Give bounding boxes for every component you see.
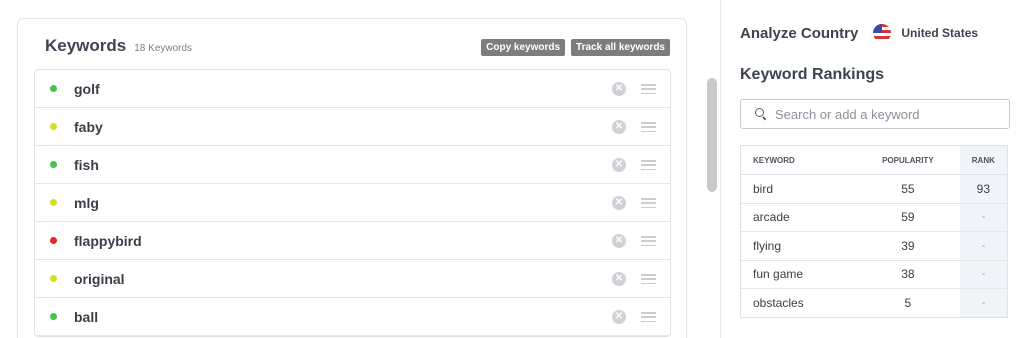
country-selector[interactable]: United States bbox=[901, 26, 978, 40]
analyze-country: Analyze Country United States bbox=[740, 24, 978, 42]
rankings-table: KEYWORD POPULARITY RANK bird 55 93 arcade 59… bbox=[740, 145, 1008, 318]
rankings-header-row: KEYWORD POPULARITY RANK bbox=[740, 145, 1008, 175]
status-dot bbox=[50, 199, 57, 206]
keyword-label: fish bbox=[74, 156, 99, 173]
keyword-search-input[interactable] bbox=[775, 106, 995, 122]
cell-rank: - bbox=[959, 203, 1008, 232]
keywords-list: golf ✕ faby ✕ fish ✕ mlg ✕ flappybird ✕ original ✕ b… bbox=[34, 69, 671, 337]
cell-popularity: 39 bbox=[856, 231, 960, 261]
drag-handle-icon[interactable] bbox=[641, 84, 656, 95]
table-row[interactable]: bird 55 93 bbox=[740, 174, 1008, 204]
scrollbar-thumb[interactable] bbox=[707, 78, 717, 192]
cell-popularity: 55 bbox=[856, 174, 960, 204]
cell-keyword: obstacles bbox=[753, 295, 804, 310]
drag-handle-icon[interactable] bbox=[641, 122, 656, 133]
remove-keyword-icon[interactable]: ✕ bbox=[612, 234, 626, 248]
cell-keyword: fun game bbox=[740, 260, 857, 289]
panel-divider bbox=[720, 0, 721, 338]
keyword-label: ball bbox=[74, 308, 99, 325]
remove-keyword-icon[interactable]: ✕ bbox=[612, 196, 626, 210]
keyword-row[interactable]: mlg ✕ bbox=[35, 184, 670, 222]
table-row[interactable]: flying 39- bbox=[740, 231, 1008, 261]
keywords-actions: Copy keywords Track all keywords bbox=[481, 39, 670, 56]
keyword-rankings-title: Keyword Rankings bbox=[740, 66, 885, 83]
table-row[interactable]: obstacles 5 - bbox=[741, 288, 1008, 317]
keyword-label: mlg bbox=[74, 194, 99, 211]
keywords-header: Keywords 18 Keywords bbox=[45, 36, 192, 56]
drag-handle-icon[interactable] bbox=[641, 160, 656, 171]
cell-keyword: arcade bbox=[740, 203, 857, 232]
keywords-count: 18 Keywords bbox=[134, 43, 193, 54]
status-dot bbox=[50, 123, 57, 130]
column-rank[interactable]: RANK bbox=[959, 145, 1008, 175]
cell-rank: - bbox=[959, 260, 1008, 289]
analyze-country-label: Analyze Country bbox=[740, 24, 859, 42]
us-flag-icon[interactable] bbox=[873, 24, 892, 42]
keyword-label: original bbox=[74, 270, 125, 287]
column-popularity[interactable]: POPULARITY bbox=[856, 145, 960, 175]
keyword-row[interactable]: original ✕ bbox=[35, 260, 670, 298]
keyword-row[interactable]: faby ✕ bbox=[35, 108, 670, 146]
table-row[interactable]: fun game 38- bbox=[740, 260, 1008, 289]
cell-keyword: bird bbox=[740, 174, 857, 204]
drag-handle-icon[interactable] bbox=[641, 198, 656, 209]
status-dot bbox=[50, 237, 57, 244]
cell-rank: - bbox=[959, 288, 1008, 317]
track-all-keywords-button[interactable]: Track all keywords bbox=[571, 39, 670, 56]
cell-popularity: 5 bbox=[904, 295, 912, 310]
keyword-search-box[interactable] bbox=[740, 99, 1010, 129]
column-keyword[interactable]: KEYWORD bbox=[740, 145, 857, 175]
status-dot bbox=[50, 275, 57, 282]
remove-keyword-icon[interactable]: ✕ bbox=[612, 158, 626, 172]
keyword-row[interactable]: ball ✕ bbox=[35, 298, 670, 336]
cell-popularity: 59 bbox=[856, 203, 960, 232]
cell-rank: 93 bbox=[959, 174, 1008, 204]
keyword-label: golf bbox=[74, 80, 100, 97]
keyword-label: flappybird bbox=[74, 232, 142, 249]
cell-rank: - bbox=[959, 231, 1008, 261]
drag-handle-icon[interactable] bbox=[641, 312, 656, 323]
keyword-row[interactable]: golf ✕ bbox=[35, 70, 670, 108]
keywords-title: Keywords bbox=[45, 36, 127, 55]
remove-keyword-icon[interactable]: ✕ bbox=[612, 310, 626, 324]
keywords-panel: Keywords 18 Keywords Copy keywords Track… bbox=[17, 18, 687, 338]
drag-handle-icon[interactable] bbox=[641, 274, 656, 285]
table-row[interactable]: arcade 59- bbox=[740, 203, 1008, 232]
status-dot bbox=[50, 313, 57, 320]
remove-keyword-icon[interactable]: ✕ bbox=[612, 82, 626, 96]
status-dot bbox=[50, 161, 57, 168]
cell-popularity: 38 bbox=[856, 260, 960, 289]
keyword-row[interactable]: flappybird ✕ bbox=[35, 222, 670, 260]
keyword-row[interactable]: fish ✕ bbox=[35, 146, 670, 184]
status-dot bbox=[50, 85, 57, 92]
drag-handle-icon[interactable] bbox=[641, 236, 656, 247]
cell-keyword: flying bbox=[740, 231, 857, 261]
remove-keyword-icon[interactable]: ✕ bbox=[612, 120, 626, 134]
copy-keywords-button[interactable]: Copy keywords bbox=[481, 39, 566, 56]
remove-keyword-icon[interactable]: ✕ bbox=[612, 272, 626, 286]
search-icon bbox=[755, 108, 767, 120]
keyword-label: faby bbox=[74, 118, 103, 135]
